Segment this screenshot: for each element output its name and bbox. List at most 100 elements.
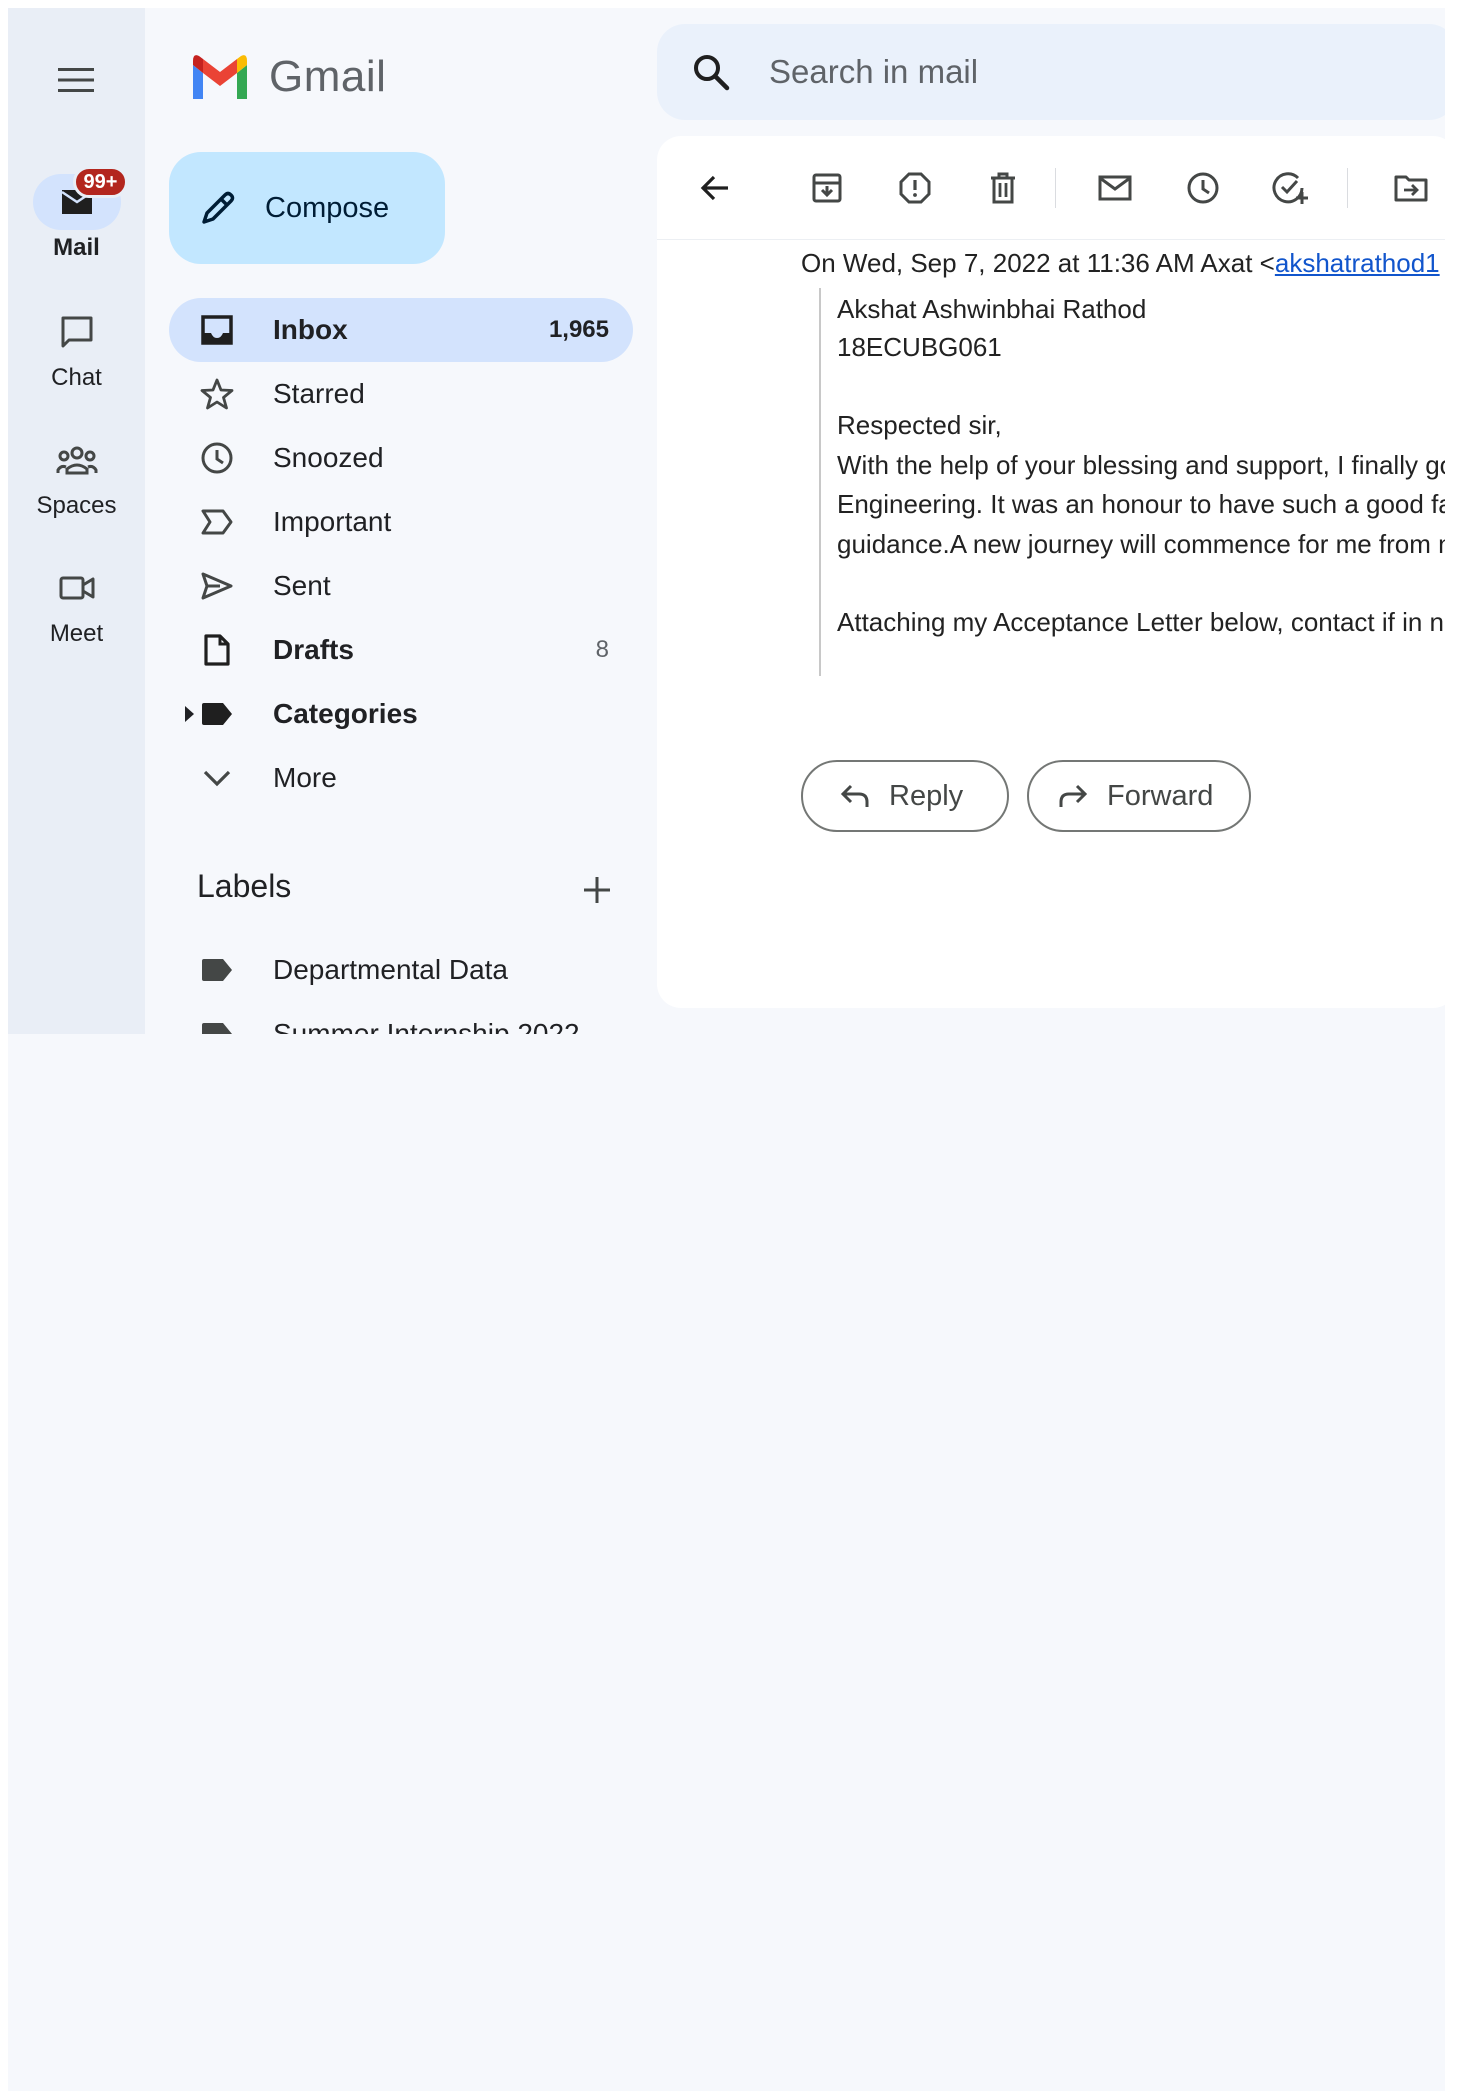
toolbar-divider <box>1055 168 1056 208</box>
body-line: Engineering. It was an honour to have su… <box>837 489 1445 519</box>
label-item[interactable]: Departmental Data <box>169 938 633 1002</box>
nav-label-sent: Sent <box>273 570 331 601</box>
label-icon <box>202 1023 232 1034</box>
rail-item-spaces[interactable]: Spaces <box>8 432 145 520</box>
rail-item-meet[interactable]: Meet <box>8 560 145 648</box>
report-spam-button[interactable] <box>891 164 939 212</box>
nav-label-snoozed: Snoozed <box>273 442 384 473</box>
label-name: Departmental Data <box>273 954 509 985</box>
video-camera-icon <box>59 576 94 600</box>
nav-snoozed[interactable]: Snoozed <box>169 426 633 490</box>
nav-label-categories: Categories <box>273 698 418 729</box>
move-folder-icon <box>1394 175 1428 202</box>
chat-pill <box>33 304 121 360</box>
gmail-m-icon <box>193 55 247 99</box>
nav-important[interactable]: Important <box>169 490 633 554</box>
nav-label-inbox: Inbox <box>273 314 348 345</box>
search-input[interactable] <box>769 53 1389 91</box>
rail-label-mail: Mail <box>53 234 100 261</box>
rail-item-chat[interactable]: Chat <box>8 304 145 392</box>
snooze-button[interactable] <box>1179 164 1227 212</box>
forward-button[interactable]: Forward <box>1027 760 1251 832</box>
brand-name: Gmail <box>269 52 387 101</box>
spaces-icon <box>56 446 97 475</box>
mark-unread-button[interactable] <box>1091 164 1139 212</box>
nav-categories[interactable]: Categories <box>169 682 633 746</box>
send-icon <box>201 572 233 600</box>
rail-item-mail[interactable]: 99+ Mail <box>8 166 145 262</box>
rail-label-meet: Meet <box>49 620 104 647</box>
trash-icon <box>991 172 1015 204</box>
quoted-header: On Wed, Sep 7, 2022 at 11:36 AM Axat <ak… <box>801 248 1440 279</box>
body-line: With the help of your blessing and suppo… <box>837 450 1445 480</box>
body-line: Attaching my Acceptance Letter below, co… <box>837 607 1445 637</box>
inbox-count: 1,965 <box>548 316 609 343</box>
pencil-icon <box>202 191 235 224</box>
reply-arrow-icon <box>840 784 869 807</box>
nav-label-drafts: Drafts <box>273 634 354 665</box>
inbox-icon <box>201 315 233 345</box>
nav-label-important: Important <box>273 506 392 537</box>
quoted-message: Akshat Ashwinbhai Rathod 18ECUBG061 Resp… <box>819 288 1445 676</box>
sender-id: 18ECUBG061 <box>837 332 1002 362</box>
reply-button[interactable]: Reply <box>801 760 1009 832</box>
arrow-left-icon <box>700 175 728 201</box>
nav-label-more: More <box>273 762 337 793</box>
add-to-tasks-button[interactable] <box>1267 164 1315 212</box>
nav-inbox[interactable]: Inbox 1,965 <box>169 298 633 362</box>
rail-label-chat: Chat <box>51 364 102 391</box>
plus-icon <box>584 877 610 903</box>
expand-caret-icon[interactable] <box>185 706 194 722</box>
label-icon <box>202 959 232 981</box>
label-name: Summer Internship 2022 <box>273 1018 580 1034</box>
nav-sent[interactable]: Sent <box>169 554 633 618</box>
nav-drafts[interactable]: Drafts 8 <box>169 618 633 682</box>
gmail-logo[interactable]: Gmail <box>189 52 386 102</box>
envelope-icon <box>1098 175 1132 201</box>
main-menu-button[interactable] <box>52 56 100 104</box>
spaces-pill <box>33 432 121 488</box>
folder-sidebar: Gmail Compose Inbox 1,965 Starred Snooze… <box>145 8 653 1034</box>
star-icon <box>200 378 234 410</box>
sender-name: Akshat Ashwinbhai Rathod <box>837 294 1147 324</box>
sender-email-link[interactable]: akshatrathod1 <box>1275 248 1440 278</box>
create-label-button[interactable] <box>577 870 617 910</box>
body-line: guidance.A new journey will commence for… <box>837 529 1445 559</box>
greeting: Respected sir, <box>837 410 1002 440</box>
message-toolbar <box>657 136 1445 240</box>
forward-arrow-icon <box>1059 784 1088 807</box>
quoted-header-text: On Wed, Sep 7, 2022 at 11:36 AM Axat < <box>801 248 1275 278</box>
important-icon <box>201 509 233 535</box>
task-add-icon <box>1272 172 1308 204</box>
nav-starred[interactable]: Starred <box>169 362 633 426</box>
gmail-app: 99+ Mail Chat Spaces Meet Gmail Compose … <box>8 8 1445 2091</box>
nav-more[interactable]: More <box>169 746 633 810</box>
message-view: On Wed, Sep 7, 2022 at 11:36 AM Axat <ak… <box>657 136 1445 1008</box>
search-icon <box>694 55 730 91</box>
label-filled-icon <box>202 703 232 725</box>
toolbar-divider <box>1347 168 1348 208</box>
nav-label-starred: Starred <box>273 378 365 409</box>
archive-icon <box>812 173 842 203</box>
draft-document-icon <box>204 634 230 666</box>
hamburger-icon <box>58 68 94 92</box>
move-to-button[interactable] <box>1387 164 1435 212</box>
search-button[interactable] <box>691 52 731 92</box>
labels-heading: Labels <box>197 868 292 904</box>
compose-button[interactable]: Compose <box>169 152 445 264</box>
clock-icon <box>1187 172 1219 204</box>
label-item[interactable]: Summer Internship 2022 <box>169 1002 633 1034</box>
reply-label: Reply <box>889 779 964 812</box>
archive-button[interactable] <box>803 164 851 212</box>
forward-label: Forward <box>1107 779 1214 812</box>
meet-pill <box>33 560 121 616</box>
app-rail: 99+ Mail Chat Spaces Meet <box>8 8 145 1034</box>
spam-alert-icon <box>899 172 931 204</box>
mail-unread-badge: 99+ <box>72 166 129 198</box>
delete-button[interactable] <box>979 164 1027 212</box>
clock-icon <box>201 442 233 474</box>
rail-label-spaces: Spaces <box>36 492 117 519</box>
mail-pill: 99+ <box>32 166 129 230</box>
back-button[interactable] <box>691 164 739 212</box>
search-bar <box>657 24 1445 120</box>
